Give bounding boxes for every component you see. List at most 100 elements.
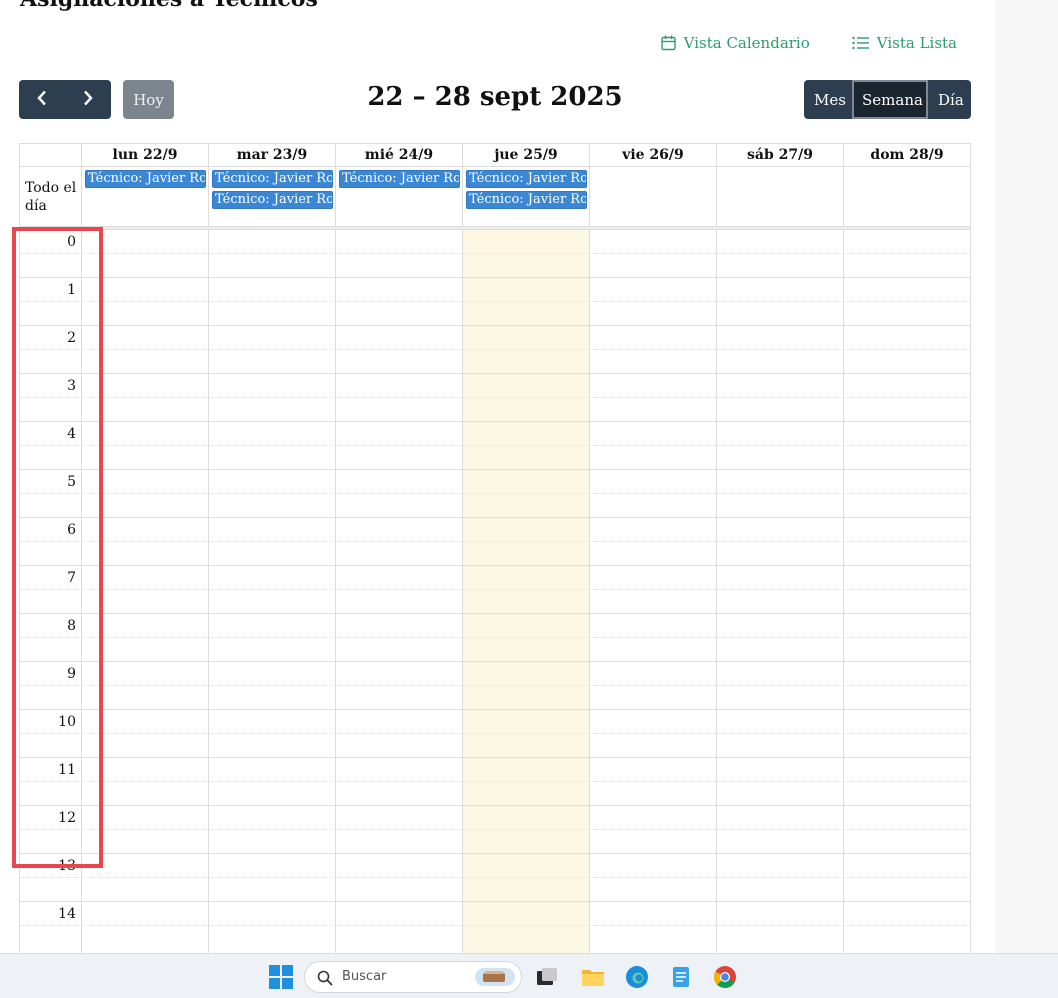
calendar-icon [660,35,676,51]
calendar-event[interactable]: Técnico: Javier Romo [466,170,587,188]
taskbar-search-input[interactable]: Buscar [304,961,522,993]
day-header[interactable]: mié 24/9 [335,144,462,167]
day-header[interactable]: lun 22/9 [81,144,208,167]
hour-label: 3 [67,378,76,394]
hour-label: 2 [67,330,76,346]
prev-next-group [19,80,111,119]
hour-gridline [20,853,970,854]
hour-gridline [20,373,970,374]
file-explorer-icon[interactable] [581,965,605,989]
half-hour-gridline [20,685,970,686]
hour-label: 7 [67,570,76,586]
day-header-row: lun 22/9 mar 23/9 mié 24/9 jue 25/9 vie 26/9… [20,143,970,167]
day-header[interactable]: vie 26/9 [589,144,716,167]
all-day-cell[interactable] [843,167,970,227]
prev-week-button[interactable] [19,80,65,119]
day-header[interactable]: sáb 27/9 [716,144,843,167]
chevron-left-icon [36,90,48,109]
search-placeholder: Buscar [342,969,387,984]
day-column[interactable] [716,229,843,953]
hour-gridline [20,517,970,518]
hour-gridline [20,661,970,662]
calendar-event[interactable]: Técnico: Javier Romo [339,170,460,188]
task-view-icon[interactable] [535,965,559,989]
all-day-label: Todo el día [25,180,77,214]
day-view-button[interactable]: Día [928,80,971,119]
list-view-label: Vista Lista [876,34,957,52]
hour-label: 1 [67,282,76,298]
windows-start-icon[interactable] [269,965,293,989]
day-column[interactable] [335,229,462,953]
hour-gridline [20,277,970,278]
hour-gridline [20,229,970,230]
page-title: Asignaciones a Técnicos [20,0,318,12]
view-links: Vista Calendario Vista Lista [660,34,957,52]
half-hour-gridline [20,541,970,542]
search-icon [317,970,333,990]
week-calendar: lun 22/9 mar 23/9 mié 24/9 jue 25/9 vie 26/9… [19,143,971,953]
hour-gridline [20,757,970,758]
time-grid: 0 1 2 3 4 5 6 7 8 9 10 11 12 13 14 [20,229,970,953]
day-column-today[interactable] [462,229,589,953]
half-hour-gridline [20,493,970,494]
hour-gridline [20,709,970,710]
half-hour-gridline [20,349,970,350]
day-header[interactable]: dom 28/9 [843,144,970,167]
window-gutter [995,0,1058,953]
view-switcher: Mes Semana Día [804,80,971,119]
hour-label: 9 [67,666,76,682]
hour-label: 4 [67,426,76,442]
all-day-cell[interactable] [589,167,716,227]
week-view-button[interactable]: Semana [852,80,928,119]
half-hour-gridline [20,445,970,446]
notepad-icon[interactable] [669,965,693,989]
all-day-cell[interactable]: Técnico: Javier Romo [335,167,462,227]
all-day-row: Todo el día Técnico: Javier RomoTécnico:… [20,167,970,227]
half-hour-gridline [20,877,970,878]
day-column[interactable] [589,229,716,953]
half-hour-gridline [20,733,970,734]
hour-label: 10 [58,714,76,730]
hour-gridline [20,325,970,326]
hour-label: 5 [67,474,76,490]
half-hour-gridline [20,829,970,830]
hour-label: 12 [58,810,76,826]
calendar-event[interactable]: Técnico: Javier Romo [85,170,206,188]
all-day-cell[interactable]: Técnico: Javier Romo Técnico: Javier Romo [208,167,335,227]
half-hour-gridline [20,925,970,926]
hour-label: 11 [58,762,76,778]
day-column[interactable] [208,229,335,953]
hour-gridline [20,565,970,566]
hour-gridline [20,421,970,422]
hour-label: 14 [58,906,76,922]
all-day-cell[interactable]: Técnico: Javier Romo Técnico: Javier Romo [462,167,589,227]
list-icon [852,36,869,50]
app-page: Asignaciones a Técnicos Vista Calendario [0,0,995,953]
calendar-event[interactable]: Técnico: Javier Romo [212,170,333,188]
day-column[interactable] [81,229,208,953]
hour-gridline [20,901,970,902]
next-week-button[interactable] [65,80,111,119]
today-button[interactable]: Hoy [123,80,174,119]
calendar-event[interactable]: Técnico: Javier Romo [466,191,587,209]
day-column[interactable] [843,229,970,953]
time-axis: 0 1 2 3 4 5 6 7 8 9 10 11 12 13 14 [20,229,81,953]
hour-label: 6 [67,522,76,538]
day-header[interactable]: mar 23/9 [208,144,335,167]
calendar-event[interactable]: Técnico: Javier Romo [212,191,333,209]
hour-label: 13 [58,858,76,874]
hour-gridline [20,805,970,806]
hour-label: 0 [67,234,76,250]
half-hour-gridline [20,253,970,254]
edge-browser-icon[interactable] [625,965,649,989]
day-header[interactable]: jue 25/9 [462,144,589,167]
list-view-link[interactable]: Vista Lista [852,34,957,52]
month-view-button[interactable]: Mes [804,80,852,119]
calendar-view-label: Vista Calendario [683,34,810,52]
all-day-cell[interactable] [716,167,843,227]
all-day-cell[interactable]: Técnico: Javier Romo [81,167,208,227]
half-hour-gridline [20,637,970,638]
chrome-browser-icon[interactable] [713,965,737,989]
hour-gridline [20,469,970,470]
calendar-view-link[interactable]: Vista Calendario [660,34,810,52]
